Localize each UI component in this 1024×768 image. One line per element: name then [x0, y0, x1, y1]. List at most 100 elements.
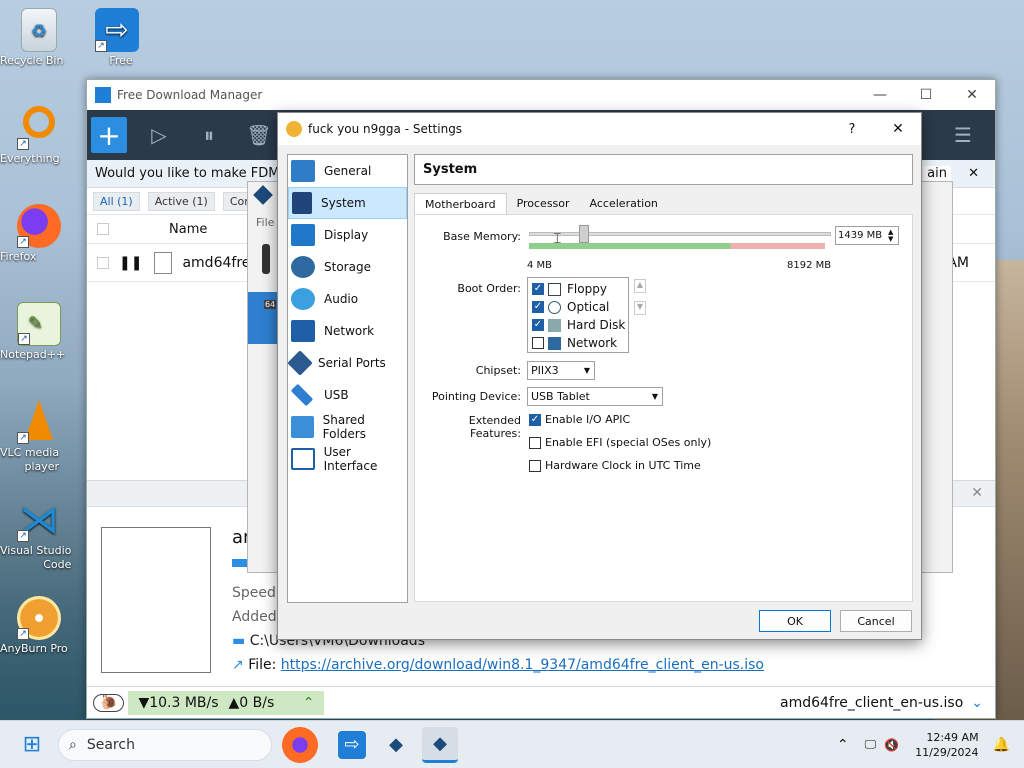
desktop-icon-recycle-bin[interactable]: ♻ Recycle Bin: [0, 8, 78, 67]
chipset-label: Chipset:: [475, 364, 521, 377]
dialog-close-button[interactable]: ✕: [875, 121, 921, 137]
efi-checkbox[interactable]: [529, 437, 541, 449]
memory-slider-thumb[interactable]: [579, 225, 589, 243]
tab-processor[interactable]: Processor: [507, 193, 580, 215]
row-pause-icon[interactable]: ❚❚: [119, 255, 142, 271]
nav-shared-folders[interactable]: Shared Folders: [288, 411, 407, 443]
desktop-icon-free-download-manager[interactable]: ⇨↗ Free Download: [78, 8, 156, 67]
boot-item-optical[interactable]: ✓ Optical: [528, 298, 628, 316]
desktop-icon-everything[interactable]: ↗ Everything: [0, 106, 78, 165]
status-expand-icon[interactable]: ⌄: [971, 695, 983, 711]
column-name[interactable]: Name: [169, 222, 207, 237]
vbm-tools-icon[interactable]: [262, 244, 270, 274]
desktop-icon-vscode[interactable]: ⋊ ↗ Visual Studio Code: [0, 498, 78, 571]
nav-user-interface[interactable]: User Interface: [288, 443, 407, 475]
file-icon: [154, 251, 173, 274]
detail-progress: [232, 559, 248, 567]
taskbar-fdm-icon[interactable]: ⇨: [338, 730, 366, 759]
desktop-icon-anyburn[interactable]: ↗ AnyBurn Pro: [0, 596, 78, 655]
delete-icon[interactable]: 🗑: [241, 117, 277, 153]
ok-button[interactable]: OK: [759, 610, 831, 632]
boot-item-floppy[interactable]: ✓ Floppy: [528, 280, 628, 298]
menu-icon[interactable]: ☰: [945, 117, 981, 153]
pointing-device-select[interactable]: USB Tablet ▼: [527, 387, 663, 406]
tab-acceleration[interactable]: Acceleration: [580, 193, 668, 215]
io-apic-checkbox[interactable]: ✓: [529, 414, 541, 426]
nav-general[interactable]: General: [288, 155, 407, 187]
feature-io-apic[interactable]: ✓ Enable I/O APIC: [529, 413, 630, 426]
maximize-button[interactable]: ☐: [903, 87, 949, 103]
volume-muted-icon[interactable]: 🔇: [884, 738, 899, 752]
clock[interactable]: 12:49 AM 11/29/2024: [915, 730, 978, 760]
nav-system[interactable]: System: [288, 187, 407, 219]
display-icon: [291, 224, 315, 246]
banner-button[interactable]: ain: [923, 166, 951, 181]
network-icon: [291, 320, 315, 342]
nav-storage[interactable]: Storage: [288, 251, 407, 283]
start-button[interactable]: ⊞: [14, 727, 50, 763]
nav-serial-ports[interactable]: Serial Ports: [287, 347, 407, 379]
base-memory-spinbox[interactable]: 1439 MB ▲ ▼: [835, 226, 899, 245]
filter-active[interactable]: Active (1): [147, 191, 215, 211]
speed-indicator[interactable]: ▼10.3 MB/s ▲0 B/s ⌃: [128, 690, 325, 715]
help-button[interactable]: ?: [829, 122, 875, 137]
boot-floppy-checkbox[interactable]: ✓: [532, 283, 544, 295]
desktop-icon-vlc[interactable]: ↗ VLC media player: [0, 400, 78, 473]
filter-all[interactable]: All (1): [93, 191, 140, 211]
network-tray-icon[interactable]: 🖵: [865, 737, 877, 752]
boot-optical-checkbox[interactable]: ✓: [532, 301, 544, 313]
add-download-button[interactable]: +: [91, 117, 127, 153]
large-file-icon: [101, 527, 211, 673]
section-header: System: [414, 154, 913, 185]
shortcut-arrow-icon: ↗: [18, 333, 30, 345]
taskbar-search-box[interactable]: ⌕ Search: [58, 728, 272, 761]
spin-arrows-icon[interactable]: ▲ ▼: [888, 228, 898, 243]
detail-file-label: File:: [248, 657, 277, 673]
close-button[interactable]: ✕: [949, 87, 995, 103]
nav-network[interactable]: Network: [288, 315, 407, 347]
fdm-app-icon: [95, 87, 111, 103]
banner-close-icon[interactable]: ✕: [968, 166, 979, 181]
user-interface-icon: [291, 448, 315, 470]
boot-item-network[interactable]: Network: [528, 334, 628, 352]
everything-search-icon: ↗: [17, 106, 61, 150]
snail-mode-icon[interactable]: 🐌: [93, 693, 125, 712]
tray-chevron-up-icon[interactable]: ⌃: [837, 737, 849, 753]
boot-move-down-button[interactable]: ▼: [634, 301, 646, 315]
chipset-select[interactable]: PIIX3 ▼: [527, 361, 595, 380]
folder-icon: ▬: [232, 633, 246, 649]
nav-usb[interactable]: USB: [288, 379, 407, 411]
feature-utc-clock[interactable]: Hardware Clock in UTC Time: [529, 459, 701, 472]
resume-icon[interactable]: ▷: [141, 117, 177, 153]
boot-network-checkbox[interactable]: [532, 337, 544, 349]
nav-display[interactable]: Display: [288, 219, 407, 251]
desktop-icon-notepad-plus-plus[interactable]: ✎ ↗ Notepad++: [0, 302, 78, 361]
pause-icon[interactable]: ⏸: [191, 117, 227, 153]
boot-hard-disk-checkbox[interactable]: ✓: [532, 319, 544, 331]
shortcut-arrow-icon: ↗: [95, 40, 107, 52]
vlc-cone-icon: ↗: [17, 400, 61, 444]
vbm-vm-item[interactable]: 64: [248, 292, 278, 344]
search-icon: ⌕: [69, 736, 77, 753]
notification-bell-icon[interactable]: 🔔: [993, 737, 1010, 753]
minimize-button[interactable]: —: [857, 87, 903, 103]
mouse-cursor-icon: ⌶: [553, 231, 562, 247]
detail-file-url[interactable]: https://archive.org/download/win8.1_9347…: [281, 657, 764, 673]
detail-close-icon[interactable]: ✕: [971, 485, 983, 501]
boot-order-list: ✓ Floppy ✓ Optical ✓ Hard Disk Network: [527, 277, 629, 353]
nav-audio[interactable]: Audio: [288, 283, 407, 315]
desktop-icon-firefox[interactable]: ↗ Firefox: [0, 204, 78, 263]
vbm-file-menu[interactable]: File: [256, 216, 274, 229]
boot-move-up-button[interactable]: ▲: [634, 279, 646, 293]
boot-order-label: Boot Order:: [457, 282, 521, 295]
taskbar-virtualbox-vm-icon[interactable]: ◆: [422, 726, 458, 763]
select-all-checkbox[interactable]: [97, 223, 109, 235]
tab-motherboard[interactable]: Motherboard: [414, 193, 507, 215]
boot-item-hard-disk[interactable]: ✓ Hard Disk: [528, 316, 628, 334]
feature-efi[interactable]: Enable EFI (special OSes only): [529, 436, 711, 449]
cancel-button[interactable]: Cancel: [840, 610, 912, 632]
row-checkbox[interactable]: [97, 256, 109, 269]
taskbar-virtualbox-icon[interactable]: ◆: [378, 727, 414, 763]
utc-clock-checkbox[interactable]: [529, 460, 541, 472]
taskbar-firefox-icon[interactable]: [282, 726, 318, 763]
